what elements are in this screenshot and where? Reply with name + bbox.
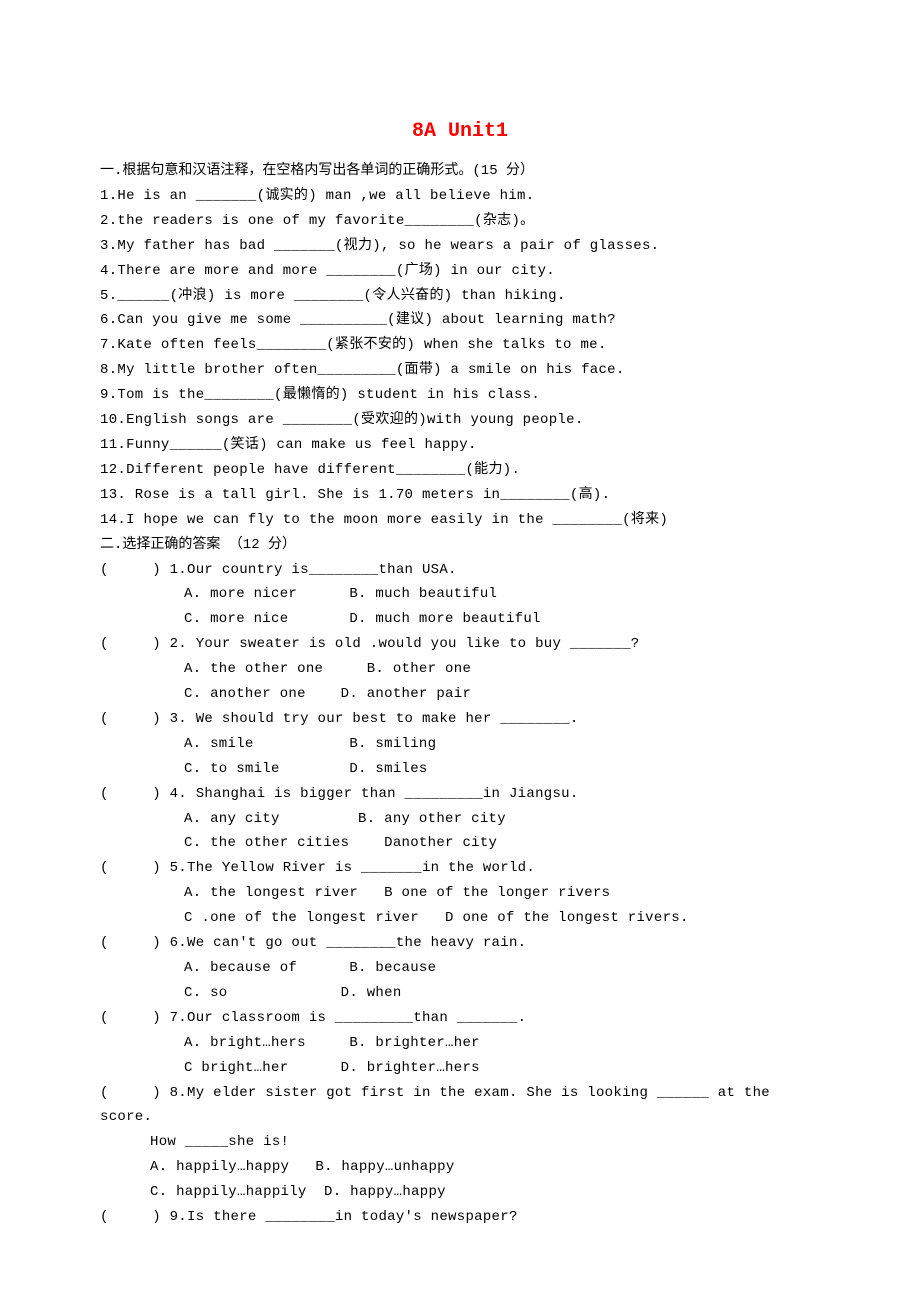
- section1-items: 1.He is an _______(诚实的) man ,we all beli…: [100, 184, 820, 533]
- mcq-question: ( ) 3. We should try our best to make he…: [100, 707, 820, 732]
- mcq-option-line: A. more nicer B. much beautiful: [100, 582, 820, 607]
- mcq-question: ( ) 9.Is there ________in today's newspa…: [100, 1205, 820, 1230]
- mcq-option-line: C .one of the longest river D one of the…: [100, 906, 820, 931]
- fill-blank-item: 3.My father has bad _______(视力), so he w…: [100, 234, 820, 259]
- mcq-question: ( ) 8.My elder sister got first in the e…: [100, 1081, 820, 1131]
- fill-blank-item: 6.Can you give me some __________(建议) ab…: [100, 308, 820, 333]
- mcq-option-line: C. to smile D. smiles: [100, 757, 820, 782]
- section1-header: 一.根据句意和汉语注释，在空格内写出各单词的正确形式。(15 分）: [100, 159, 820, 184]
- mcq-option-line: A. happily…happy B. happy…unhappy: [100, 1155, 820, 1180]
- fill-blank-item: 8.My little brother often_________(面带) a…: [100, 358, 820, 383]
- mcq-option-line: A. the other one B. other one: [100, 657, 820, 682]
- mcq-question: ( ) 4. Shanghai is bigger than _________…: [100, 782, 820, 807]
- section2-questions: ( ) 1.Our country is________than USA.A. …: [100, 558, 820, 1230]
- mcq-option-line: C. more nice D. much more beautiful: [100, 607, 820, 632]
- mcq-question: ( ) 6.We can't go out ________the heavy …: [100, 931, 820, 956]
- fill-blank-item: 10.English songs are ________(受欢迎的)with …: [100, 408, 820, 433]
- mcq-question: ( ) 1.Our country is________than USA.: [100, 558, 820, 583]
- mcq-option-line: How _____she is!: [100, 1130, 820, 1155]
- fill-blank-item: 2.the readers is one of my favorite_____…: [100, 209, 820, 234]
- fill-blank-item: 4.There are more and more ________(广场) i…: [100, 259, 820, 284]
- mcq-option-line: A. smile B. smiling: [100, 732, 820, 757]
- mcq-option-line: A. bright…hers B. brighter…her: [100, 1031, 820, 1056]
- page-title: 8A Unit1: [100, 120, 820, 143]
- fill-blank-item: 11.Funny______(笑话) can make us feel happ…: [100, 433, 820, 458]
- mcq-option-line: A. the longest river B one of the longer…: [100, 881, 820, 906]
- section2-header: 二.选择正确的答案 （12 分）: [100, 533, 820, 558]
- mcq-option-line: C. so D. when: [100, 981, 820, 1006]
- mcq-option-line: C. the other cities Danother city: [100, 831, 820, 856]
- fill-blank-item: 1.He is an _______(诚实的) man ,we all beli…: [100, 184, 820, 209]
- mcq-option-line: A. because of B. because: [100, 956, 820, 981]
- mcq-option-line: C. happily…happily D. happy…happy: [100, 1180, 820, 1205]
- mcq-question: ( ) 2. Your sweater is old .would you li…: [100, 632, 820, 657]
- fill-blank-item: 9.Tom is the________(最懒惰的) student in hi…: [100, 383, 820, 408]
- fill-blank-item: 14.I hope we can fly to the moon more ea…: [100, 508, 820, 533]
- fill-blank-item: 5.______(冲浪) is more ________(令人兴奋的) tha…: [100, 284, 820, 309]
- mcq-option-line: C. another one D. another pair: [100, 682, 820, 707]
- fill-blank-item: 13. Rose is a tall girl. She is 1.70 met…: [100, 483, 820, 508]
- mcq-option-line: A. any city B. any other city: [100, 807, 820, 832]
- fill-blank-item: 7.Kate often feels________(紧张不安的) when s…: [100, 333, 820, 358]
- mcq-option-line: C bright…her D. brighter…hers: [100, 1056, 820, 1081]
- mcq-question: ( ) 7.Our classroom is _________than ___…: [100, 1006, 820, 1031]
- mcq-question: ( ) 5.The Yellow River is _______in the …: [100, 856, 820, 881]
- fill-blank-item: 12.Different people have different______…: [100, 458, 820, 483]
